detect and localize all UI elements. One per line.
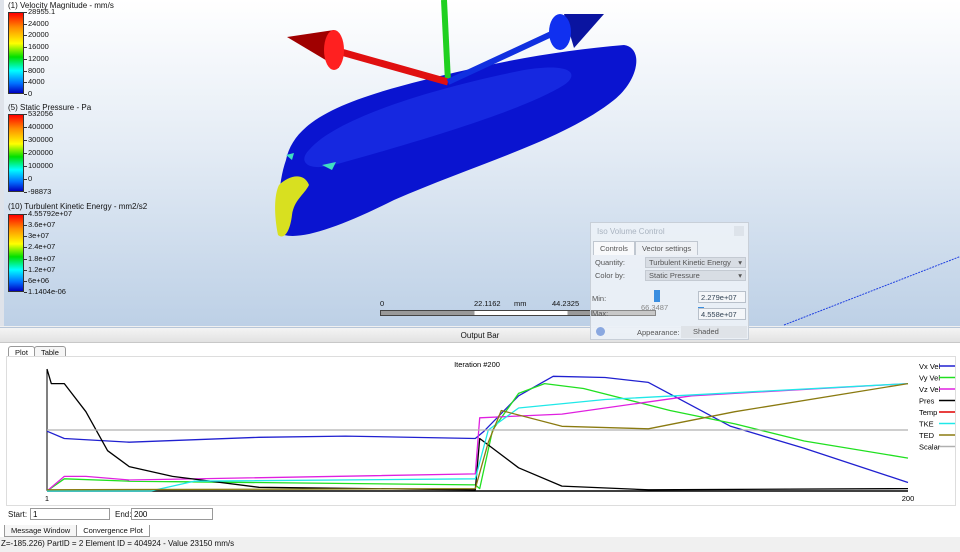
x-tick-label: 200 [902, 494, 915, 503]
legend-tick: 16000 [24, 42, 49, 52]
scale-unit: mm [514, 299, 527, 308]
start-label: Start: [8, 510, 28, 519]
legend-tick: 4000 [24, 77, 45, 87]
scale-left: 0 [380, 299, 385, 308]
legend-tick: 1.2e+07 [23, 264, 56, 274]
legend-label: TKE [919, 420, 934, 429]
legend-tick: 24000 [24, 18, 49, 28]
quantity-label: Quantity: [595, 257, 626, 267]
end-label: End: [115, 510, 132, 519]
x-tick-label: 1 [45, 494, 49, 503]
colorby-label: Color by: [595, 270, 626, 280]
legend-label: Pres [919, 397, 935, 406]
dialog-title: Iso Volume Control [597, 227, 665, 236]
legend-label: Vz Vel [919, 385, 941, 394]
colorby-select[interactable]: Static Pressure [645, 269, 746, 281]
3d-viewport[interactable]: (1) Velocity Magnitude - mm/s (5) Static… [0, 0, 960, 326]
x-axis-arrow [333, 46, 449, 86]
legend-tick: 4.55792e+07 [23, 209, 73, 218]
convergence-plot: Iteration #200 1 200 Vx Vel Vy Vel Vz Vel Pres… [6, 356, 956, 506]
min-slider[interactable] [654, 290, 660, 302]
legend-tick: 532056 [23, 109, 54, 118]
legend-tick: -98873 [23, 187, 52, 196]
tab-convergence-plot[interactable]: Convergence Plot [76, 525, 150, 537]
output-panel: Plot Table Iteration #200 1 200 Vx Vel Vy Ve… [0, 343, 960, 552]
start-input[interactable] [30, 508, 110, 520]
legend-tick: 6e+06 [23, 275, 50, 285]
y-axis-arrow [441, 0, 451, 83]
scale-mid: 22.1162 [474, 299, 501, 308]
tab-message-window[interactable]: Message Window [4, 525, 78, 537]
legend-label: Scalar [919, 443, 941, 452]
legend-tick: 300000 [23, 135, 54, 144]
end-input[interactable] [131, 508, 213, 520]
legend-tick: 12000 [24, 53, 49, 63]
quantity-select[interactable]: Turbulent Kinetic Energy [645, 256, 746, 268]
legend-label: Vx Vel [919, 362, 941, 371]
legend-tick: 28955.1 [23, 7, 56, 16]
legend-tick: 3e+07 [23, 231, 50, 241]
color-bar [8, 214, 24, 292]
max-label: Max: [592, 309, 609, 318]
chart-title: Iteration #200 [454, 360, 500, 369]
legend-tick: 400000 [23, 122, 54, 131]
color-bar [8, 114, 24, 192]
legend-label: Temp [919, 408, 937, 417]
legend-title: (1) Velocity Magnitude - mm/s [8, 1, 114, 10]
output-bar-header: Output Bar [0, 327, 960, 343]
legend-tick: 100000 [23, 161, 54, 170]
legend-tick: 3.6e+07 [23, 220, 56, 230]
legend-tick: 200000 [23, 148, 54, 157]
appearance-label: Appearance: [637, 328, 680, 337]
status-bar: Z=-185.226) PartID = 2 Element ID = 4049… [0, 537, 960, 552]
legend-tick: 1.1404e-06 [24, 287, 66, 296]
tab-controls[interactable]: Controls [593, 241, 635, 255]
max-value-input[interactable]: 4.558e+07 [698, 308, 746, 320]
legend-label: TED [919, 431, 935, 440]
legend-tick: 0 [23, 89, 33, 98]
legend-label: Vy Vel [919, 374, 940, 383]
min-label: Min: [592, 294, 607, 303]
ship-model [275, 0, 960, 326]
help-icon[interactable] [596, 327, 605, 336]
legend-tick: 0 [23, 174, 33, 183]
iso-volume-dialog: Iso Volume Control Controls Vector setti… [590, 222, 749, 340]
close-icon[interactable] [734, 226, 744, 236]
legend-tick: 20000 [24, 30, 49, 40]
legend-tick: 8000 [24, 65, 45, 75]
min-value-input[interactable]: 2.279e+07 [698, 291, 746, 303]
legend-tick: 1.8e+07 [23, 253, 56, 263]
scale-bar-graphic [380, 310, 594, 316]
scale-right: 44.2325 [552, 299, 580, 308]
tab-vector-settings[interactable]: Vector settings [634, 241, 699, 255]
appearance-select[interactable]: Shaded [681, 326, 747, 338]
color-bar [8, 12, 24, 94]
legend-tick: 2.4e+07 [23, 242, 56, 252]
velocity-legend: (1) Velocity Magnitude - mm/s [8, 1, 114, 10]
